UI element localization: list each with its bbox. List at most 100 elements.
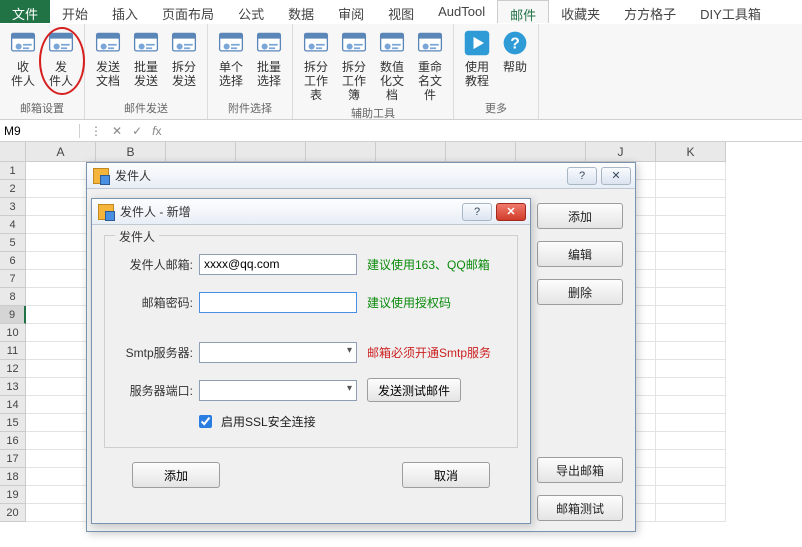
ribbon-batch-sel-button[interactable]: 批量选择 xyxy=(250,26,288,99)
row-header[interactable]: 9 xyxy=(0,306,26,324)
password-input[interactable] xyxy=(199,292,357,313)
cancel-icon[interactable]: ✕ xyxy=(112,124,122,138)
col-header[interactable] xyxy=(516,142,586,162)
row-header[interactable]: 14 xyxy=(0,396,26,414)
cell[interactable] xyxy=(656,288,726,306)
cell[interactable] xyxy=(656,324,726,342)
row-header[interactable]: 15 xyxy=(0,414,26,432)
name-box[interactable]: M9 xyxy=(0,124,80,138)
cell[interactable] xyxy=(656,378,726,396)
menu-tab-页面布局[interactable]: 页面布局 xyxy=(150,0,226,23)
enter-icon[interactable]: ✓ xyxy=(132,124,142,138)
row-header[interactable]: 5 xyxy=(0,234,26,252)
email-input[interactable] xyxy=(199,254,357,275)
ribbon-send-doc-button[interactable]: 发送文档 xyxy=(89,26,127,99)
row-header[interactable]: 12 xyxy=(0,360,26,378)
export-button[interactable]: 导出邮箱 xyxy=(537,457,623,483)
row-header[interactable]: 17 xyxy=(0,450,26,468)
cell[interactable] xyxy=(656,216,726,234)
cell[interactable] xyxy=(656,432,726,450)
row-header[interactable]: 20 xyxy=(0,504,26,522)
ribbon-rename-button[interactable]: 重命名文件 xyxy=(411,26,449,104)
row-header[interactable]: 3 xyxy=(0,198,26,216)
row-header[interactable]: 10 xyxy=(0,324,26,342)
cell[interactable] xyxy=(656,360,726,378)
row-header[interactable]: 19 xyxy=(0,486,26,504)
col-header[interactable]: K xyxy=(656,142,726,162)
row-header[interactable]: 8 xyxy=(0,288,26,306)
ribbon-tutorial-button[interactable]: 使用教程 xyxy=(458,26,496,99)
cell[interactable] xyxy=(656,450,726,468)
menu-tab-文件[interactable]: 文件 xyxy=(0,0,50,23)
col-header[interactable]: B xyxy=(96,142,166,162)
cell[interactable] xyxy=(656,468,726,486)
port-input[interactable] xyxy=(199,380,357,401)
ribbon-help-button[interactable]: ?帮助 xyxy=(496,26,534,99)
ribbon-split-send-button[interactable]: 拆分发送 xyxy=(165,26,203,99)
cell[interactable] xyxy=(656,180,726,198)
col-header[interactable]: A xyxy=(26,142,96,162)
row-header[interactable]: 6 xyxy=(0,252,26,270)
menu-tab-邮件[interactable]: 邮件 xyxy=(497,0,549,23)
cell[interactable] xyxy=(656,486,726,504)
ribbon-split-wb-button[interactable]: 拆分工作簿 xyxy=(335,26,373,104)
cell[interactable] xyxy=(656,198,726,216)
cell[interactable] xyxy=(656,396,726,414)
ribbon-recipient-button[interactable]: 收件人 xyxy=(4,26,42,99)
ribbon-split-ws-button[interactable]: 拆分工作表 xyxy=(297,26,335,104)
cell[interactable] xyxy=(656,234,726,252)
cell[interactable] xyxy=(656,270,726,288)
fx-icon[interactable]: fx xyxy=(152,124,161,138)
menu-tab-收藏夹[interactable]: 收藏夹 xyxy=(549,0,612,23)
cell[interactable] xyxy=(656,306,726,324)
row-header[interactable]: 13 xyxy=(0,378,26,396)
row-header[interactable]: 4 xyxy=(0,216,26,234)
row-header[interactable]: 18 xyxy=(0,468,26,486)
menu-tab-方方格子[interactable]: 方方格子 xyxy=(612,0,688,23)
col-header[interactable]: J xyxy=(586,142,656,162)
close-button[interactable]: ✕ xyxy=(496,203,526,221)
row-header[interactable]: 16 xyxy=(0,432,26,450)
select-all-corner[interactable] xyxy=(0,142,26,162)
col-header[interactable] xyxy=(166,142,236,162)
cell[interactable] xyxy=(656,162,726,180)
ribbon-sender-button[interactable]: 发件人 xyxy=(42,26,80,99)
row-header[interactable]: 7 xyxy=(0,270,26,288)
ssl-checkbox[interactable] xyxy=(199,415,212,428)
send-test-button[interactable]: 发送测试邮件 xyxy=(367,378,461,402)
menu-tab-插入[interactable]: 插入 xyxy=(100,0,150,23)
menu-tab-AudTool[interactable]: AudTool xyxy=(426,0,497,23)
ribbon-num-doc-button[interactable]: 数值化文档 xyxy=(373,26,411,104)
menu-tab-审阅[interactable]: 审阅 xyxy=(326,0,376,23)
menu-tab-视图[interactable]: 视图 xyxy=(376,0,426,23)
cell[interactable] xyxy=(656,252,726,270)
delete-button[interactable]: 删除 xyxy=(537,279,623,305)
close-button[interactable]: ✕ xyxy=(601,167,631,185)
ribbon-single-sel-button[interactable]: 单个选择 xyxy=(212,26,250,99)
menu-tab-数据[interactable]: 数据 xyxy=(276,0,326,23)
cancel-button[interactable]: 取消 xyxy=(402,462,490,488)
col-header[interactable] xyxy=(446,142,516,162)
ribbon-batch-send-button[interactable]: 批量发送 xyxy=(127,26,165,99)
cell[interactable] xyxy=(656,414,726,432)
help-button[interactable]: ? xyxy=(567,167,597,185)
add-button[interactable]: 添加 xyxy=(537,203,623,229)
menu-tab-DIY工具箱[interactable]: DIY工具箱 xyxy=(688,0,773,23)
sender-modal-titlebar[interactable]: 发件人 ? ✕ xyxy=(87,163,635,189)
cell[interactable] xyxy=(656,342,726,360)
smtp-input[interactable] xyxy=(199,342,357,363)
help-button[interactable]: ? xyxy=(462,203,492,221)
edit-button[interactable]: 编辑 xyxy=(537,241,623,267)
dropdown-icon[interactable]: ⋮ xyxy=(90,124,102,138)
col-header[interactable] xyxy=(306,142,376,162)
cell[interactable] xyxy=(656,504,726,522)
ok-button[interactable]: 添加 xyxy=(132,462,220,488)
row-header[interactable]: 11 xyxy=(0,342,26,360)
row-header[interactable]: 2 xyxy=(0,180,26,198)
sender-new-titlebar[interactable]: 发件人 - 新增 ? ✕ xyxy=(92,199,530,225)
test-button[interactable]: 邮箱测试 xyxy=(537,495,623,521)
menu-tab-公式[interactable]: 公式 xyxy=(226,0,276,23)
row-header[interactable]: 1 xyxy=(0,162,26,180)
ssl-label[interactable]: 启用SSL安全连接 xyxy=(221,413,316,430)
col-header[interactable] xyxy=(236,142,306,162)
